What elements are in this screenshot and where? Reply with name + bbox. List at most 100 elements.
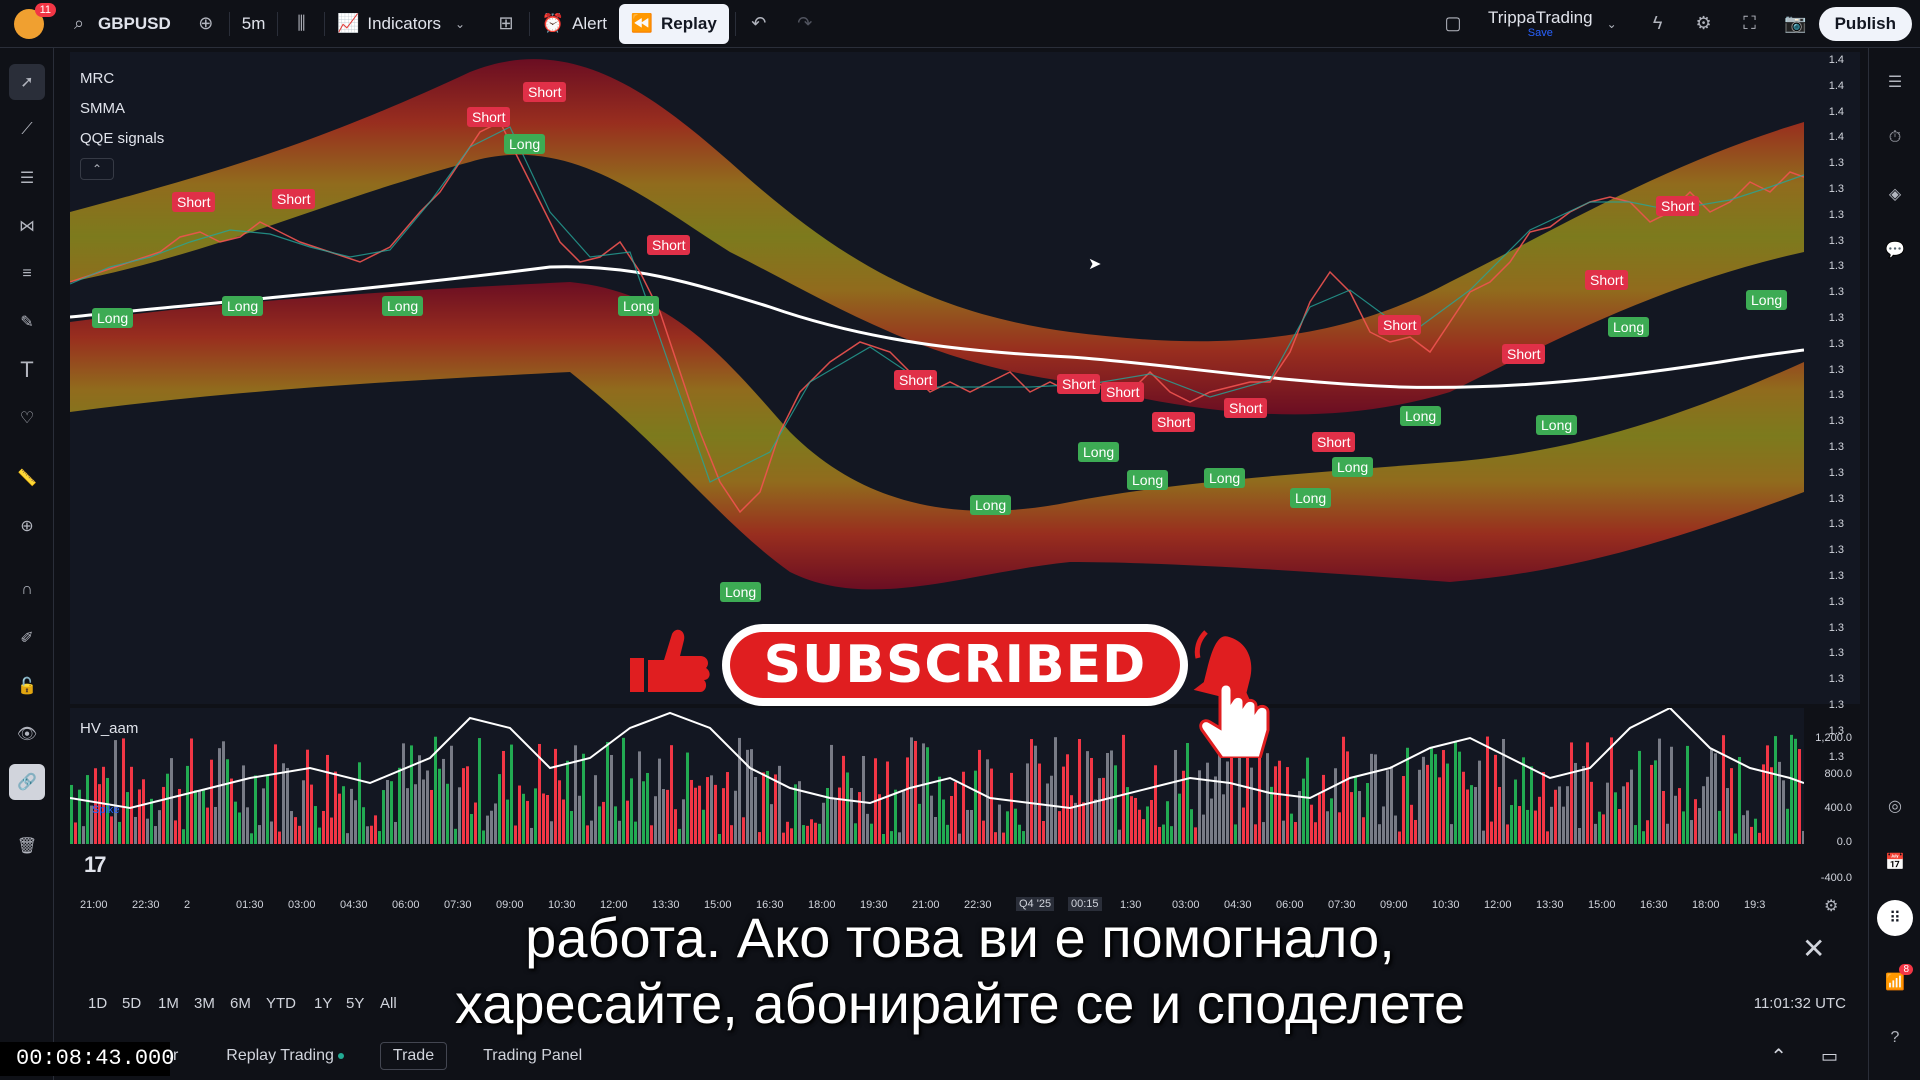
hv-bar: [1114, 765, 1117, 844]
icon-tool[interactable]: ♡: [9, 400, 45, 436]
text-tool[interactable]: T: [9, 352, 45, 388]
hv-bar: [1470, 785, 1473, 844]
hv-bar: [994, 832, 997, 844]
remove-tool[interactable]: 🗑: [9, 828, 45, 864]
indicators-button[interactable]: 📈 Indicators ⌄: [325, 4, 483, 44]
maximize-icon[interactable]: ▭: [1821, 1046, 1838, 1067]
tab-replay-trading[interactable]: Replay Trading: [214, 1043, 356, 1069]
hv-bar: [810, 819, 813, 844]
fullscreen-button[interactable]: ⛶: [1727, 4, 1773, 44]
hv-bar: [126, 792, 129, 844]
hv-bar: [978, 749, 981, 844]
hv-bar: [846, 772, 849, 844]
subscribed-badge: SUBSCRIBED: [722, 624, 1188, 706]
hv-bar: [786, 821, 789, 844]
brush-tool[interactable]: ✎: [9, 304, 45, 340]
trendline-tool[interactable]: ⟋: [9, 112, 45, 148]
undo-button[interactable]: ↶: [736, 4, 782, 44]
hv-bar: [1550, 806, 1553, 844]
account-menu[interactable]: TrippaTrading Save ⌄: [1476, 4, 1635, 44]
hv-bar: [1262, 822, 1265, 844]
hv-bar: [1598, 811, 1601, 844]
indicators-label: Indicators: [367, 13, 442, 33]
pattern-tool[interactable]: ⋈: [9, 208, 45, 244]
lock-tool[interactable]: 🔓: [9, 668, 45, 704]
snapshot-button[interactable]: 📷: [1773, 4, 1819, 44]
hv-bar: [1254, 824, 1257, 844]
hv-bar: [1794, 738, 1797, 844]
hv-bar: [198, 790, 201, 844]
hv-bar: [870, 823, 873, 844]
tradingview-logo[interactable]: 17: [84, 852, 124, 877]
user-avatar[interactable]: 11: [14, 2, 56, 39]
measure-tool[interactable]: 📏: [9, 460, 45, 496]
line-icon: ⟋: [21, 121, 33, 138]
redo-button[interactable]: ↷: [782, 4, 828, 44]
replay-button[interactable]: ⏪ Replay: [619, 3, 729, 44]
hv-bar: [378, 831, 381, 844]
forecast-tool[interactable]: ≡: [9, 256, 45, 292]
hv-bar: [258, 825, 261, 844]
legend-collapse-button[interactable]: ⌃: [80, 158, 114, 180]
hv-bar: [982, 820, 985, 844]
hv-bar: [1202, 814, 1205, 844]
hv-bar: [346, 833, 349, 844]
magnet-tool[interactable]: ∩: [9, 572, 45, 608]
hv-bar: [890, 831, 893, 844]
hv-title[interactable]: HV_aam: [80, 720, 138, 737]
quick-search-button[interactable]: ϟ: [1635, 4, 1681, 44]
object-tree-button[interactable]: ◈: [1877, 176, 1913, 212]
hv-bar: [142, 779, 145, 844]
tab-trading-panel[interactable]: Trading Panel: [471, 1043, 594, 1069]
compare-button[interactable]: ⊕: [183, 4, 229, 44]
redo-icon: ↷: [797, 13, 813, 33]
legend-item-smma[interactable]: SMMA: [80, 94, 164, 124]
hv-bar: [1478, 760, 1481, 844]
hv-bar: [1774, 736, 1777, 844]
hv-bar: [598, 806, 601, 844]
publish-button[interactable]: Publish: [1818, 6, 1912, 41]
tab-trade[interactable]: Trade: [379, 1042, 448, 1070]
layouts-button[interactable]: ⊞: [483, 4, 529, 44]
chart-type-button[interactable]: ⫼: [278, 4, 324, 44]
stay-drawing-tool[interactable]: ✐: [9, 620, 45, 656]
chevron-up-icon[interactable]: ⌃: [1770, 1044, 1787, 1069]
cursor-tool[interactable]: ➚: [9, 64, 45, 100]
tradingview-window: 11 ⌕ GBPUSD ⊕ 5m ⫼ 📈 Indicators ⌄ ⊞ ⏰ Al…: [0, 0, 1920, 1080]
chats-button[interactable]: 💬: [1877, 232, 1913, 268]
price-axis-label: 1.4: [1828, 79, 1844, 92]
alert-button[interactable]: ⏰ Alert: [530, 4, 619, 44]
hv-bar: [934, 816, 937, 844]
watchlist-button[interactable]: ☰: [1877, 64, 1913, 100]
hv-bar: [286, 767, 289, 844]
hv-bar: [582, 753, 585, 844]
hv-bar: [926, 747, 929, 844]
legend-item-mrc[interactable]: MRC: [80, 64, 164, 94]
list-icon: ☰: [1887, 74, 1903, 91]
alerts-button[interactable]: ⏱: [1877, 120, 1913, 156]
hv-bar: [1362, 817, 1365, 844]
hv-bar: [1542, 772, 1545, 844]
signal-long: Long: [1746, 290, 1788, 310]
price-axis[interactable]: 1.4 1.4 1.4 1.4 1.3 1.3 1.3 1.3 1.3 1.3 1.3 1.3 1.3 1…: [1804, 52, 1860, 763]
layout-toggle[interactable]: ▢: [1430, 4, 1476, 44]
calendar-button[interactable]: 📅: [1877, 844, 1913, 880]
dom-button[interactable]: ◎: [1877, 788, 1913, 824]
chevron-down-icon: ⌄: [455, 16, 466, 31]
sync-tool[interactable]: 🔗: [9, 764, 45, 800]
symbol-search[interactable]: ⌕ GBPUSD: [56, 4, 183, 44]
price-chart[interactable]: MRC SMMA QQE signals ⌃ Short Short Short…: [70, 52, 1804, 704]
hv-bar: [1718, 810, 1721, 844]
hv-bar: [1318, 794, 1321, 844]
hide-tool[interactable]: 👁: [9, 716, 45, 752]
hv-bar: [1514, 779, 1517, 844]
interval-button[interactable]: 5m: [230, 4, 278, 44]
hv-bar: [482, 830, 485, 844]
legend-item-qqe[interactable]: QQE signals: [80, 124, 164, 154]
settings-button[interactable]: ⚙: [1681, 4, 1727, 44]
fib-tool[interactable]: ☰: [9, 160, 45, 196]
hv-bar: [962, 771, 965, 844]
hv-bar: [1462, 771, 1465, 844]
zoom-tool[interactable]: ⊕: [9, 508, 45, 544]
hv-bar: [822, 802, 825, 844]
